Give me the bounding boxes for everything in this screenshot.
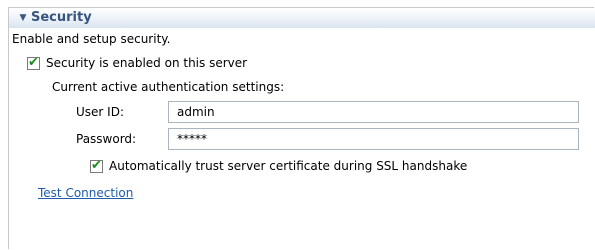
user-id-label: User ID: [76,105,124,119]
security-enabled-label[interactable]: Security is enabled on this server [46,56,247,70]
security-section: ▼ Security Enable and setup security. ✔ … [8,7,595,249]
section-title: Security [31,10,92,25]
trust-certificate-label[interactable]: Automatically trust server certificate d… [109,159,467,173]
password-label: Password: [76,132,137,146]
security-enabled-checkbox[interactable]: ✔ [27,55,40,70]
section-description: Enable and setup security. [12,32,171,46]
check-icon: ✔ [91,158,102,173]
section-header[interactable]: ▼ Security [9,8,595,28]
password-input[interactable]: ***** [168,128,579,150]
collapse-triangle-icon[interactable]: ▼ [17,12,29,24]
auth-settings-label: Current active authentication settings: [52,80,285,94]
user-id-input[interactable]: admin [168,101,579,123]
test-connection-link[interactable]: Test Connection [38,186,133,200]
check-icon: ✔ [28,55,39,70]
trust-certificate-checkbox[interactable]: ✔ [90,158,103,173]
